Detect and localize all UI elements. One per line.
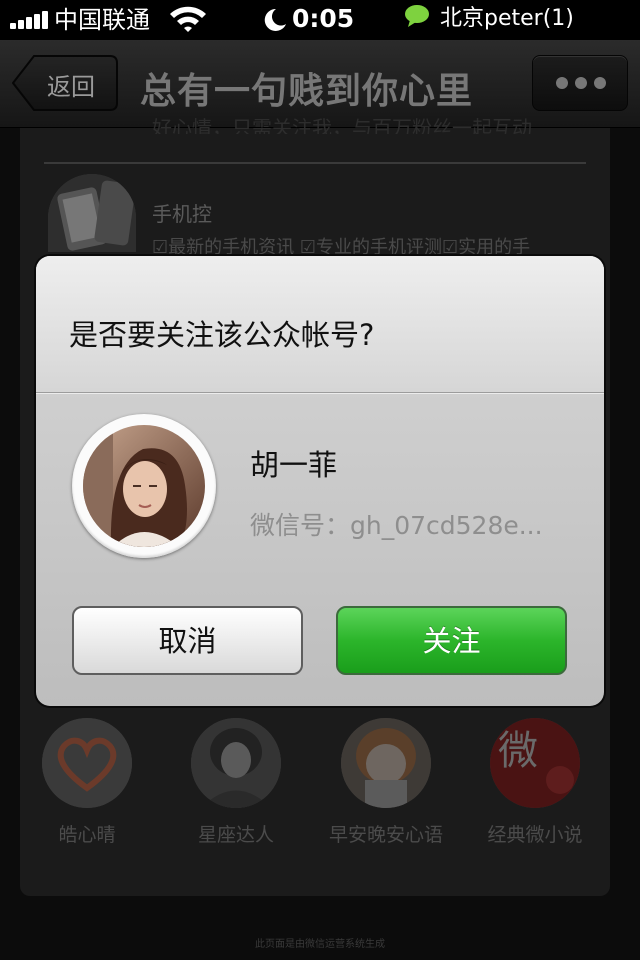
svg-text:微: 微 xyxy=(498,728,538,774)
footer-note: 此页面是由微信运营系统生成 xyxy=(255,939,385,950)
more-icon xyxy=(556,77,568,89)
carrier-name: 中国联通 xyxy=(54,6,150,34)
account-name: 星座达人 xyxy=(197,824,274,846)
wifi-icon xyxy=(170,6,206,32)
account-item[interactable]: 早安晚安心语 xyxy=(311,718,461,868)
signal-strength-icon xyxy=(10,11,48,29)
account-name: 皓心晴 xyxy=(58,824,116,846)
account-wechat-id: 微信号：gh_07cd528e... xyxy=(250,511,543,540)
follow-account-dialog: 是否要关注该公众帐号? 胡一菲 微信号：gh_07cd528e... 取消 关注 xyxy=(36,256,604,706)
dialog-header: 是否要关注该公众帐号? xyxy=(36,256,604,394)
do-not-disturb-moon-icon xyxy=(264,8,286,31)
status-time: 0:05 xyxy=(292,4,355,33)
account-item[interactable]: 星座达人 xyxy=(161,718,311,868)
wechat-bubble-icon xyxy=(405,5,429,27)
account-item[interactable]: 皓心晴 xyxy=(12,718,162,868)
back-button[interactable]: 返回 xyxy=(12,55,118,111)
list-divider xyxy=(44,162,586,164)
cancel-button[interactable]: 取消 xyxy=(72,606,303,675)
follow-button[interactable]: 关注 xyxy=(336,606,567,675)
phone-account-avatar[interactable] xyxy=(48,174,136,252)
account-avatar xyxy=(83,425,205,547)
list-item-title[interactable]: 手机控 xyxy=(152,198,212,227)
account-name: 经典微小说 xyxy=(487,824,583,846)
account-item[interactable]: 微 经典微小说 xyxy=(460,718,610,868)
cartoon-girl-avatar xyxy=(341,718,431,808)
account-display-name: 胡一菲 xyxy=(250,448,338,482)
micro-novel-avatar: 微 xyxy=(490,718,580,808)
account-avatar-frame xyxy=(72,414,216,558)
more-icon-dot xyxy=(594,77,606,89)
list-item-description: ☑最新的手机资讯 ☑专业的手机评测☑实用的手 xyxy=(152,237,531,255)
page-title: 总有一句贱到你心里 xyxy=(140,71,474,112)
back-button-label: 返回 xyxy=(47,73,95,101)
status-notification: 北京peter(1) xyxy=(440,6,574,31)
account-name: 早安晚安心语 xyxy=(328,824,443,846)
portrait-avatar xyxy=(191,718,281,808)
dialog-question: 是否要关注该公众帐号? xyxy=(69,318,375,352)
heart-avatar xyxy=(42,718,132,808)
status-bar: 中国联通 0:05 北京peter(1) xyxy=(0,0,640,40)
more-icon-dot xyxy=(575,77,587,89)
previous-item-description: 好心情，只需关注我，与百万粉丝一起互动 xyxy=(152,116,532,134)
more-options-button[interactable] xyxy=(532,55,628,111)
